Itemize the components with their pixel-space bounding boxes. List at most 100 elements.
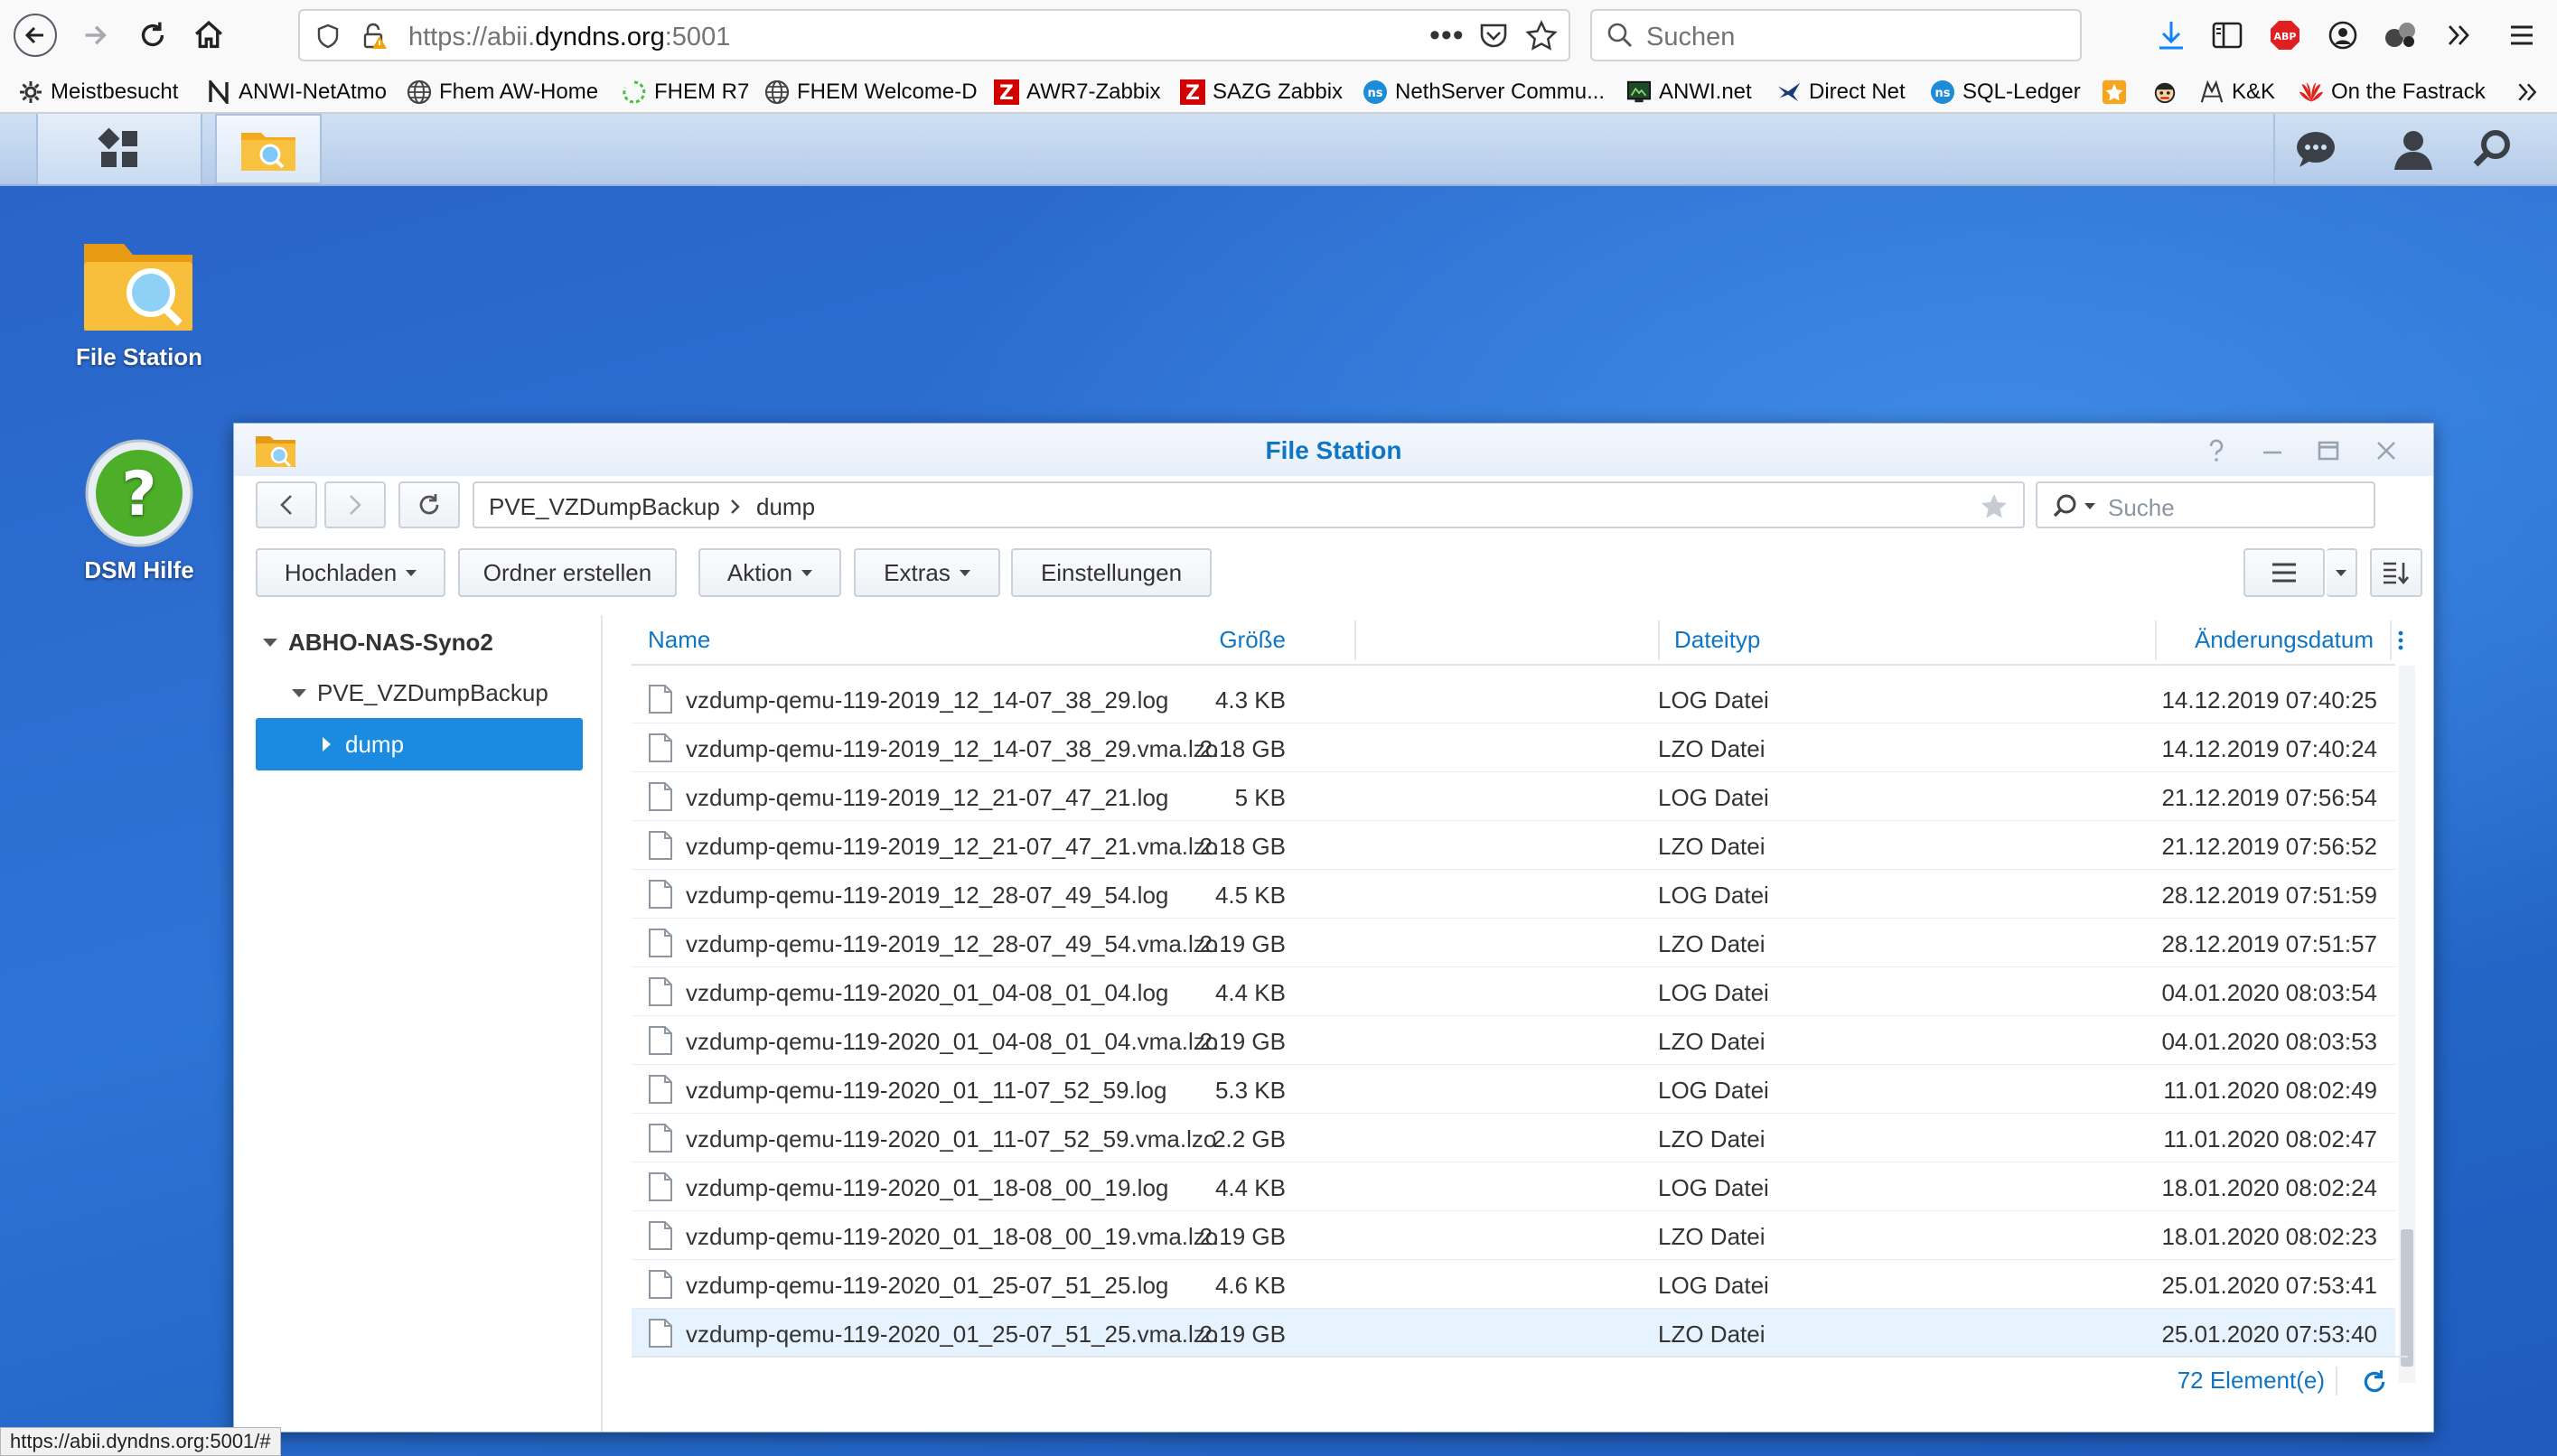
bookmark-face[interactable]: [2152, 76, 2178, 108]
column-options-icon[interactable]: [2397, 630, 2404, 651]
file-station-icon: [241, 133, 295, 171]
downloads-icon[interactable]: [2152, 16, 2190, 54]
desktop-dsm-help-shortcut[interactable]: ? DSM Hilfe: [49, 437, 229, 584]
back-button[interactable]: [13, 13, 58, 58]
file-search-box[interactable]: Suche: [2036, 481, 2375, 528]
breadcrumb-current[interactable]: dump: [756, 493, 815, 521]
scrollbar-thumb[interactable]: [2401, 1229, 2413, 1367]
column-header-size[interactable]: Größe: [1219, 615, 1286, 664]
bookmark-label: On the Fastrack: [2331, 79, 2486, 104]
column-header-type[interactable]: Dateityp: [1674, 615, 1760, 664]
column-separator[interactable]: [1658, 621, 1660, 660]
file-row[interactable]: vzdump-qemu-119-2019_12_28-07_49_54.log …: [632, 870, 2395, 919]
library-sidebar-icon[interactable]: [2208, 16, 2246, 54]
tree-node-dump[interactable]: dump: [256, 718, 583, 770]
bookmark-fhem-aw-home[interactable]: Fhem AW-Home: [407, 76, 598, 108]
close-button[interactable]: [2372, 436, 2401, 465]
tree-node-pve-vzdumpbackup[interactable]: PVE_VZDumpBackup: [292, 667, 548, 718]
forward-button[interactable]: [72, 13, 117, 58]
bookmark-on-the-fastrack[interactable]: On the Fastrack: [2299, 76, 2486, 108]
url-bar[interactable]: https://abii.dyndns.org:5001 •••: [298, 9, 1570, 61]
bookmark-fhem-welcome-d[interactable]: FHEM Welcome-D: [764, 76, 978, 108]
window-titlebar[interactable]: File Station: [234, 424, 2433, 476]
bookmark-awr7-zabbix[interactable]: Z AWR7-Zabbix: [994, 76, 1160, 108]
favorite-star-icon[interactable]: [1980, 492, 2009, 519]
refresh-button[interactable]: [398, 481, 460, 528]
collapse-arrow-icon[interactable]: [323, 737, 331, 751]
help-button[interactable]: [2202, 436, 2231, 465]
bookmark-kk[interactable]: K&K: [2199, 76, 2275, 108]
home-button[interactable]: [186, 13, 231, 58]
column-separator[interactable]: [2155, 621, 2157, 660]
column-separator[interactable]: [1354, 621, 1356, 660]
overflow-chevron-icon[interactable]: [2440, 16, 2477, 54]
bookmark-anwi-netatmo[interactable]: ANWI-NetAtmo: [206, 76, 387, 108]
file-row[interactable]: vzdump-qemu-119-2019_12_28-07_49_54.vma.…: [632, 919, 2395, 967]
view-mode-button[interactable]: [2243, 548, 2325, 597]
create-folder-button[interactable]: Ordner erstellen: [458, 548, 677, 597]
file-row[interactable]: vzdump-qemu-119-2020_01_11-07_52_59.vma.…: [632, 1114, 2395, 1162]
search-options-caret-icon[interactable]: [2084, 503, 2095, 509]
expand-arrow-icon[interactable]: [292, 688, 306, 697]
column-header-date[interactable]: Änderungsdatum: [2195, 615, 2374, 664]
expand-arrow-icon[interactable]: [263, 638, 277, 647]
file-size: 2.19 GB: [1199, 1321, 1286, 1348]
upload-button[interactable]: Hochladen: [256, 548, 445, 597]
bookmark-meistbesucht[interactable]: Meistbesucht: [18, 76, 178, 108]
file-icon: [649, 1075, 672, 1104]
page-actions-icon[interactable]: •••: [1429, 18, 1465, 53]
dsm-search-button[interactable]: [2452, 114, 2534, 184]
file-row[interactable]: vzdump-qemu-119-2019_12_14-07_38_29.vma.…: [632, 723, 2395, 772]
account-icon[interactable]: [2324, 16, 2362, 54]
url-text[interactable]: https://abii.dyndns.org:5001: [408, 23, 730, 52]
extension-icon[interactable]: [2382, 16, 2420, 54]
browser-search-bar[interactable]: Suchen: [1590, 9, 2082, 61]
bookmark-orange[interactable]: [2102, 76, 2127, 108]
bookmark-direct-net[interactable]: Direct Net: [1776, 76, 1906, 108]
file-icon: [649, 1221, 672, 1250]
bookmark-sazg-zabbix[interactable]: Z SAZG Zabbix: [1180, 76, 1343, 108]
column-header-name[interactable]: Name: [648, 615, 710, 664]
adblock-plus-icon[interactable]: ABP: [2266, 16, 2304, 54]
file-row[interactable]: vzdump-qemu-119-2019_12_21-07_47_21.log …: [632, 772, 2395, 821]
user-options-button[interactable]: [2373, 114, 2454, 184]
file-row[interactable]: vzdump-qemu-119-2019_12_14-07_38_29.log …: [632, 675, 2395, 723]
view-mode-dropdown[interactable]: [2327, 548, 2357, 597]
file-row[interactable]: vzdump-qemu-119-2020_01_18-08_00_19.log …: [632, 1162, 2395, 1211]
bookmark-nethserver[interactable]: ns NethServer Commu...: [1363, 76, 1605, 108]
tree-node-root[interactable]: ABHO-NAS-Syno2: [263, 617, 493, 667]
file-row[interactable]: vzdump-qemu-119-2020_01_04-08_01_04.vma.…: [632, 1016, 2395, 1065]
extras-button[interactable]: Extras: [854, 548, 1000, 597]
file-row[interactable]: vzdump-qemu-119-2020_01_04-08_01_04.log …: [632, 967, 2395, 1016]
path-bar[interactable]: PVE_VZDumpBackup dump: [473, 481, 2025, 528]
file-row[interactable]: vzdump-qemu-119-2020_01_11-07_52_59.log …: [632, 1065, 2395, 1114]
reload-button[interactable]: [130, 13, 175, 58]
bookmark-fhem-r7[interactable]: FHEM R7: [622, 76, 749, 108]
bookmark-anwi-net[interactable]: ANWI.net: [1626, 76, 1752, 108]
bookmark-star-icon[interactable]: [1525, 20, 1558, 52]
taskbar-file-station-button[interactable]: [215, 114, 322, 184]
main-menu-button[interactable]: [36, 114, 202, 184]
minimize-button[interactable]: [2258, 436, 2287, 465]
item-count: 72 Element(e): [2177, 1367, 2325, 1394]
insecure-lock-icon[interactable]: [360, 22, 389, 51]
hamburger-menu-icon[interactable]: [2503, 16, 2541, 54]
file-row-selected[interactable]: vzdump-qemu-119-2020_01_25-07_51_25.vma.…: [632, 1309, 2395, 1358]
breadcrumb-root[interactable]: PVE_VZDumpBackup: [489, 493, 720, 521]
sort-button[interactable]: [2370, 548, 2422, 597]
file-row[interactable]: vzdump-qemu-119-2020_01_18-08_00_19.vma.…: [632, 1211, 2395, 1260]
settings-button[interactable]: Einstellungen: [1011, 548, 1212, 597]
maximize-button[interactable]: [2314, 436, 2343, 465]
desktop-file-station-shortcut[interactable]: File Station: [49, 237, 229, 371]
action-button[interactable]: Aktion: [698, 548, 841, 597]
refresh-icon[interactable]: [2361, 1368, 2388, 1395]
back-button[interactable]: [256, 481, 317, 528]
column-separator: [2390, 621, 2392, 660]
bookmarks-overflow-button[interactable]: [2515, 76, 2539, 108]
file-row[interactable]: vzdump-qemu-119-2019_12_21-07_47_21.vma.…: [632, 821, 2395, 870]
pocket-icon[interactable]: [1478, 22, 1509, 51]
notifications-button[interactable]: [2273, 114, 2356, 184]
bookmark-sql-ledger[interactable]: ns SQL-Ledger: [1930, 76, 2081, 108]
file-row[interactable]: vzdump-qemu-119-2020_01_25-07_51_25.log …: [632, 1260, 2395, 1309]
forward-button[interactable]: [324, 481, 386, 528]
